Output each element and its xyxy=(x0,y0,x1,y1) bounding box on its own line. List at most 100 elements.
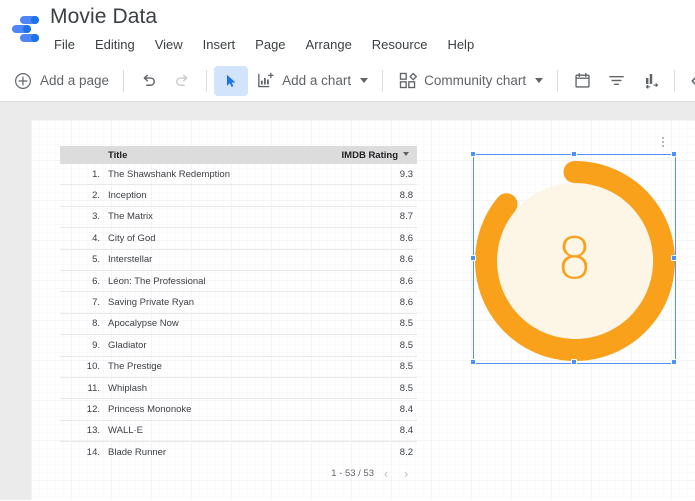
row-title: The Prestige xyxy=(108,361,162,373)
table-row[interactable]: 8. Apocalypse Now 8.5 xyxy=(60,314,417,336)
community-chart-button[interactable]: Community chart xyxy=(390,66,550,96)
row-title: WALL·E xyxy=(108,425,144,437)
row-index: 14. xyxy=(86,446,100,458)
table-pagination: 1 - 53 / 53 ‹ › xyxy=(60,462,417,484)
table-row[interactable]: 9. Gladiator 8.5 xyxy=(60,335,417,357)
row-title: Blade Runner xyxy=(108,446,167,458)
redo-icon xyxy=(172,71,192,91)
page-title[interactable]: Movie Data xyxy=(50,2,484,32)
row-index: 2. xyxy=(92,190,100,202)
row-index: 12. xyxy=(86,403,100,415)
row-title: Gladiator xyxy=(108,339,147,351)
add-page-button[interactable]: Add a page xyxy=(6,66,116,96)
row-index: 10. xyxy=(86,361,100,373)
row-index: 9. xyxy=(92,339,100,351)
table-row[interactable]: 13. WALL·E 8.4 xyxy=(60,421,417,443)
menubar: File Editing View Insert Page Arrange Re… xyxy=(50,33,484,57)
menu-item-help[interactable]: Help xyxy=(437,33,484,57)
toolbar-separator-2 xyxy=(206,69,208,92)
row-title: City of God xyxy=(108,232,156,244)
row-title: Interstellar xyxy=(108,254,153,266)
report-canvas[interactable]: Title IMDB Rating 1. The Shawshank Redem… xyxy=(31,120,695,500)
table-row[interactable]: 5. Interstellar 8.6 xyxy=(60,250,417,271)
filter-button[interactable] xyxy=(599,66,633,96)
chart-kebab-menu-icon[interactable] xyxy=(656,134,670,150)
toolbar-separator-4 xyxy=(557,69,559,92)
row-title: The Matrix xyxy=(108,211,153,223)
row-index: 13. xyxy=(86,425,100,437)
table-row[interactable]: 7. Saving Private Ryan 8.6 xyxy=(60,292,417,314)
table-row[interactable]: 10. The Prestige 8.5 xyxy=(60,357,417,378)
cursor-arrow-icon xyxy=(221,71,241,91)
row-index: 4. xyxy=(92,232,100,244)
row-title: Whiplash xyxy=(108,382,148,394)
table-row[interactable]: 14. Blade Runner 8.2 xyxy=(60,442,417,461)
app-header: Movie Data File Editing View Insert Page… xyxy=(0,0,695,60)
menu-item-page[interactable]: Page xyxy=(245,33,295,57)
row-rating: 8.6 xyxy=(399,254,413,266)
table-body: 1. The Shawshank Redemption 9.3 2. Incep… xyxy=(60,164,417,461)
row-rating: 8.8 xyxy=(399,190,413,202)
row-rating: 8.4 xyxy=(399,403,413,415)
chevron-right-icon[interactable]: › xyxy=(398,465,414,481)
row-rating: 8.6 xyxy=(399,232,413,244)
chevron-down-icon xyxy=(360,78,369,83)
row-index: 8. xyxy=(92,318,100,330)
date-range-button[interactable] xyxy=(565,66,599,96)
row-title: Inception xyxy=(108,190,147,202)
filter-icon xyxy=(606,71,626,91)
looker-studio-logo[interactable] xyxy=(8,13,42,45)
pagination-label: 1 - 53 / 53 xyxy=(331,467,374,479)
community-chart-icon xyxy=(397,71,417,91)
undo-icon xyxy=(138,71,158,91)
row-rating: 8.5 xyxy=(399,382,413,394)
report-workspace[interactable]: Title IMDB Rating 1. The Shawshank Redem… xyxy=(0,102,695,500)
table-row[interactable]: 11. Whiplash 8.5 xyxy=(60,378,417,400)
menu-item-resource[interactable]: Resource xyxy=(362,33,438,57)
embed-code-icon xyxy=(689,71,695,91)
calendar-icon xyxy=(572,71,592,91)
row-title: Léon: The Professional xyxy=(108,275,206,287)
table-row[interactable]: 6. Léon: The Professional 8.6 xyxy=(60,271,417,293)
sort-descending-icon xyxy=(403,152,409,157)
toolbar-separator-5 xyxy=(674,69,676,92)
table-header-row: Title IMDB Rating xyxy=(60,146,417,164)
plus-circle-icon xyxy=(13,71,33,91)
table-row[interactable]: 1. The Shawshank Redemption 9.3 xyxy=(60,164,417,186)
table-header-title[interactable]: Title xyxy=(108,150,327,161)
redo-button[interactable] xyxy=(165,66,199,96)
add-page-label: Add a page xyxy=(40,72,110,88)
data-control-icon xyxy=(640,71,660,91)
table-header-rating[interactable]: IMDB Rating xyxy=(327,150,411,161)
menu-item-insert[interactable]: Insert xyxy=(193,33,246,57)
table-row[interactable]: 2. Inception 8.8 xyxy=(60,185,417,207)
undo-button[interactable] xyxy=(131,66,165,96)
row-title: Apocalypse Now xyxy=(108,318,179,330)
menu-item-arrange[interactable]: Arrange xyxy=(296,33,362,57)
data-control-button[interactable] xyxy=(633,66,667,96)
gauge-chart-widget[interactable]: 8 xyxy=(473,154,676,364)
menu-item-editing[interactable]: Editing xyxy=(85,33,145,57)
add-chart-icon xyxy=(255,71,275,91)
row-rating: 8.6 xyxy=(399,297,413,309)
row-rating: 8.7 xyxy=(399,211,413,223)
table-row[interactable]: 3. The Matrix 8.7 xyxy=(60,207,417,229)
menu-item-view[interactable]: View xyxy=(145,33,193,57)
table-row[interactable]: 12. Princess Mononoke 8.4 xyxy=(60,399,417,421)
table-row[interactable]: 4. City of God 8.6 xyxy=(60,228,417,250)
main-toolbar: Add a page Add a chart Community chart xyxy=(0,60,695,102)
toolbar-separator-1 xyxy=(123,69,125,92)
row-rating: 8.5 xyxy=(399,318,413,330)
chevron-left-icon[interactable]: ‹ xyxy=(378,465,394,481)
row-title: The Shawshank Redemption xyxy=(108,168,230,180)
add-chart-button[interactable]: Add a chart xyxy=(248,66,375,96)
row-rating: 8.5 xyxy=(399,339,413,351)
row-rating: 8.5 xyxy=(399,361,413,373)
embed-code-button[interactable] xyxy=(682,66,695,96)
table-chart-widget[interactable]: Title IMDB Rating 1. The Shawshank Redem… xyxy=(60,146,417,484)
chevron-down-icon-2 xyxy=(535,78,544,83)
select-tool-button[interactable] xyxy=(214,65,249,96)
row-title: Princess Mononoke xyxy=(108,403,192,415)
menu-item-file[interactable]: File xyxy=(50,33,85,57)
title-and-menu: Movie Data File Editing View Insert Page… xyxy=(50,2,484,57)
